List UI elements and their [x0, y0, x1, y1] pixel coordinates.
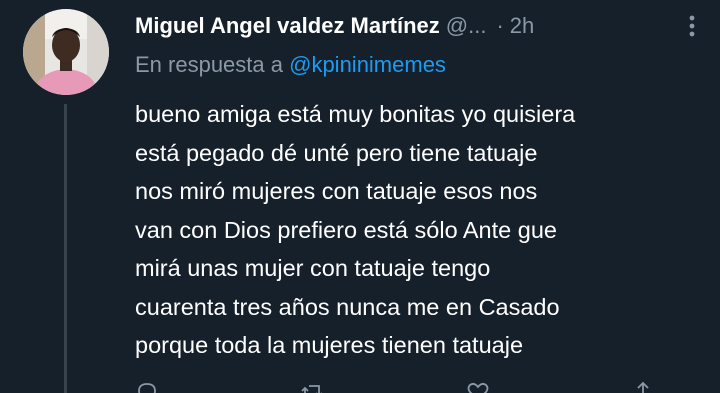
tweet-header: Miguel Angel valdez Martínez @... · 2h — [135, 10, 710, 42]
retweet-button[interactable] — [300, 380, 324, 393]
reply-icon — [138, 383, 156, 393]
author-name[interactable]: Miguel Angel valdez Martínez — [135, 13, 440, 39]
avatar-photo — [23, 9, 109, 95]
avatar[interactable] — [23, 9, 109, 95]
share-icon — [637, 381, 649, 393]
reply-prefix: En respuesta a — [135, 52, 283, 77]
reply-context: En respuesta a @kpininimemes — [135, 52, 446, 78]
more-options-button[interactable] — [674, 10, 710, 42]
like-button[interactable] — [466, 380, 490, 393]
tweet[interactable]: Miguel Angel valdez Martínez @... · 2h E… — [0, 0, 720, 393]
like-icon — [467, 382, 489, 393]
share-button[interactable] — [631, 380, 655, 393]
author-handle[interactable]: @... — [446, 13, 487, 39]
tweet-text: bueno amiga está muy bonitas yo quisiera… — [135, 101, 576, 358]
timestamp[interactable]: 2h — [510, 13, 534, 39]
reply-button[interactable] — [135, 380, 159, 393]
thread-line — [64, 104, 67, 393]
action-bar — [135, 380, 655, 393]
more-horizontal-icon — [689, 15, 695, 37]
separator-dot: · — [496, 13, 504, 38]
retweet-icon — [301, 385, 323, 393]
reply-mention-link[interactable]: @kpininimemes — [289, 52, 446, 77]
